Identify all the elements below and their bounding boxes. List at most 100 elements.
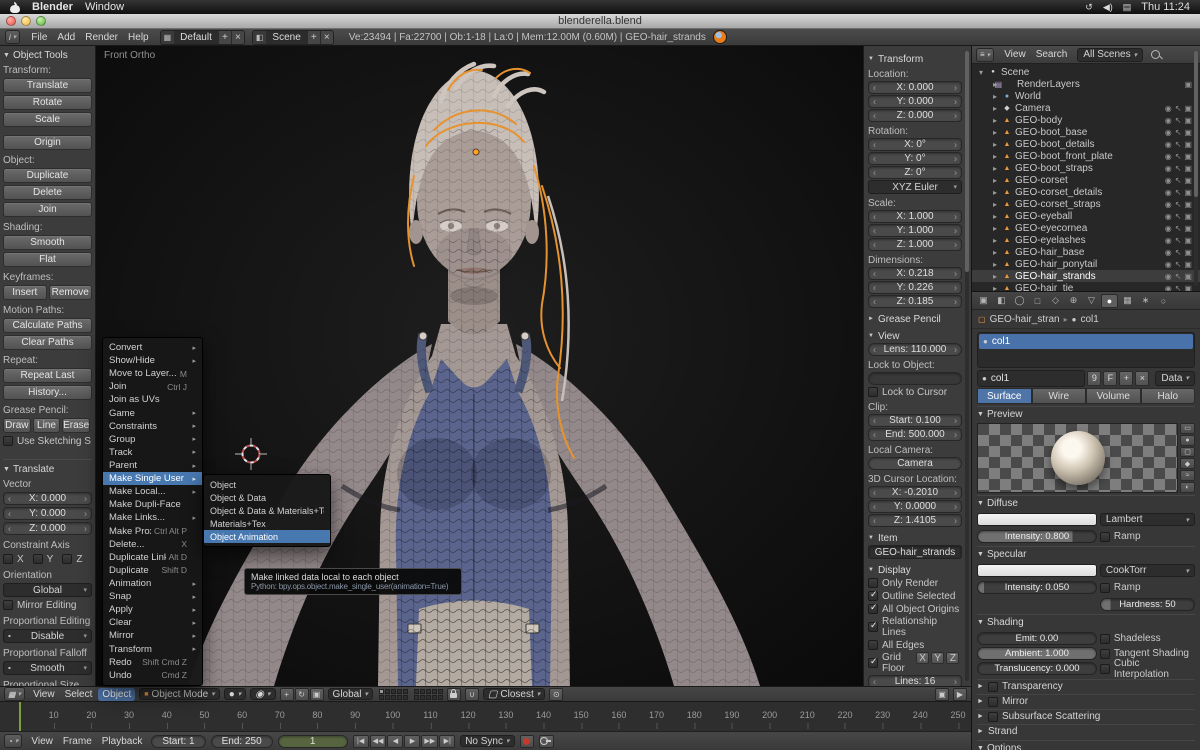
menu-item[interactable]: Animation ▸ [103, 577, 202, 590]
menu-item[interactable]: Snap ▸ [103, 590, 202, 603]
restrict-toggle-icons[interactable] [1153, 272, 1195, 281]
tool-shelf-item[interactable]: Delete [3, 185, 92, 200]
transport-button[interactable]: ◀ [387, 735, 403, 748]
preview-type-button[interactable]: ▢ [1180, 447, 1195, 458]
expand-icon[interactable]: ▸ [991, 236, 999, 245]
datablock-name[interactable]: Scene [1001, 67, 1150, 78]
add-layout-button[interactable]: + [218, 31, 231, 44]
menu-item[interactable]: Make Links... ▸ [103, 511, 202, 524]
datablock-name[interactable]: GEO-corset_details [1015, 187, 1150, 198]
transport-button[interactable]: ▶▶ [421, 735, 438, 748]
outliner-row[interactable]: ▸ GEO-corset [972, 174, 1200, 186]
transport-button[interactable]: |◀ [353, 735, 369, 748]
checkbox[interactable] [868, 640, 878, 650]
layer-cell[interactable] [426, 695, 431, 700]
breadcrumb-material[interactable]: col1 [1080, 314, 1098, 325]
outliner-row[interactable]: ▸ GEO-hair_strands [972, 270, 1200, 282]
redo-panel-item[interactable]: Mirror Editing [3, 599, 92, 611]
properties-tab[interactable]: ◯ [1011, 294, 1028, 308]
layer-cell[interactable] [438, 689, 443, 694]
n-panel-item[interactable]: X: -0.2010 [868, 486, 962, 499]
n-panel-item[interactable]: X: 0.218 [868, 267, 962, 280]
outliner-row[interactable]: ▸ RenderLayers [972, 78, 1200, 90]
fake-user-button[interactable]: F [1103, 371, 1117, 386]
editor-type-button[interactable]: ≡▾ [976, 48, 994, 62]
redo-panel-item[interactable]: Z: 0.000 [3, 522, 92, 535]
restrict-toggle-icons[interactable] [1153, 104, 1195, 113]
collapsed-panel-header[interactable]: ►Mirror [977, 694, 1195, 708]
submenu-item[interactable]: Object & Data [204, 491, 330, 504]
preview-type-button[interactable]: ● [1180, 435, 1195, 446]
menu-item[interactable]: Convert ▸ [103, 341, 202, 354]
n-panel-item[interactable]: Lock to Object: [868, 359, 962, 371]
tool-shelf-item[interactable]: Shading: [3, 221, 92, 233]
outliner-row[interactable]: ▸ GEO-boot_base [972, 126, 1200, 138]
layers-widget[interactable] [379, 689, 408, 700]
sync-dropdown[interactable]: No Sync▾ [460, 735, 514, 747]
scrollbar[interactable] [1194, 51, 1198, 286]
n-panel-item[interactable]: Grid Floor [868, 652, 914, 674]
layer-cell[interactable] [414, 695, 419, 700]
datablock-name[interactable]: GEO-boot_straps [1015, 163, 1150, 174]
shading-checkbox[interactable]: Cubic Interpolation [1100, 658, 1195, 680]
layer-cell[interactable] [397, 695, 402, 700]
menu-item[interactable]: Make Single User ▸ [103, 472, 202, 485]
material-type-button[interactable]: Volume [1086, 388, 1141, 404]
n-panel-item[interactable]: 3D Cursor Location: [868, 473, 962, 485]
menu-item[interactable]: Make Dupli-Face [103, 498, 202, 511]
current-frame-field[interactable]: 1 [278, 735, 348, 748]
datablock-name[interactable]: GEO-eyecornea [1015, 223, 1150, 234]
expand-icon[interactable]: ▸ [991, 164, 999, 173]
checkbox[interactable] [62, 554, 72, 564]
screen-layout-selector[interactable]: ▦ Default + × [160, 30, 245, 45]
n-panel-item[interactable]: Rotation: [868, 125, 962, 137]
tool-shelf-item[interactable]: Use Sketching S [3, 435, 92, 447]
preview-type-button[interactable]: ≈ [1180, 470, 1195, 481]
properties-tab[interactable]: ▽ [1083, 294, 1100, 308]
checkbox[interactable] [3, 436, 13, 446]
manipulator-translate-toggle[interactable]: + [280, 688, 294, 701]
transport-button[interactable]: ▶| [439, 735, 455, 748]
menu-item[interactable]: Mirror ▸ [103, 629, 202, 642]
transform-orientation-dropdown[interactable]: Global▾ [328, 688, 373, 700]
info-menu-item[interactable]: Add [53, 31, 79, 44]
editor-type-button[interactable]: ◔▾ [4, 734, 22, 748]
datablock-name[interactable]: GEO-hair_ponytail [1015, 259, 1150, 270]
n-panel-item[interactable]: Lens: 110.000 [868, 343, 962, 356]
restrict-toggle-icons[interactable] [1153, 200, 1195, 209]
expand-icon[interactable]: ▸ [991, 284, 999, 293]
menu-item[interactable]: Make Local... ▸ [103, 485, 202, 498]
tool-shelf-item[interactable]: Remove [49, 285, 93, 300]
menu-item[interactable]: Game ▸ [103, 407, 202, 420]
menu-item[interactable]: Make Proxy... Ctrl Alt P [103, 525, 202, 538]
n-panel-item[interactable]: Y: 0° [868, 152, 962, 165]
restrict-toggle-icons[interactable] [1153, 212, 1195, 221]
submenu-item[interactable]: Object Animation [204, 530, 330, 543]
restrict-toggle-icons[interactable] [1153, 164, 1195, 173]
submenu-item[interactable]: Object [204, 478, 330, 491]
checkbox[interactable] [868, 658, 878, 668]
menu-item[interactable]: Transform ▸ [103, 643, 202, 656]
expand-icon[interactable]: ▾ [977, 68, 985, 77]
tool-shelf-item[interactable]: Grease Pencil: [3, 404, 92, 416]
viewport-canvas[interactable] [96, 46, 863, 686]
layer-cell[interactable] [420, 689, 425, 694]
properties-tab[interactable]: ⊕ [1065, 294, 1082, 308]
snap-magnet-toggle[interactable]: ∪ [465, 688, 479, 701]
info-menu-item[interactable]: File [27, 31, 51, 44]
n-panel-item[interactable]: Z: 0.000 [868, 109, 962, 122]
diffuse-panel-header[interactable]: ▼Diffuse [977, 495, 1195, 510]
tool-shelf-item[interactable]: Draw [3, 418, 31, 433]
shading-slider[interactable]: Ambient: 1.000 [977, 647, 1097, 660]
datablock-name[interactable]: Camera [1015, 103, 1150, 114]
editor-type-button[interactable]: i▾ [5, 30, 20, 44]
tool-shelf-item[interactable]: Duplicate [3, 168, 92, 183]
tool-shelf-item[interactable]: Flat [3, 252, 92, 267]
properties-tab[interactable]: ○ [1155, 294, 1172, 308]
n-panel-item[interactable]: X: 0° [868, 138, 962, 151]
tool-shelf-item[interactable]: Scale [3, 112, 92, 127]
expand-icon[interactable]: ▸ [991, 104, 999, 113]
properties-tab[interactable]: ◇ [1047, 294, 1064, 308]
tool-shelf-item[interactable]: Smooth [3, 235, 92, 250]
mode-dropdown[interactable]: ■Object Mode▾ [139, 688, 219, 700]
